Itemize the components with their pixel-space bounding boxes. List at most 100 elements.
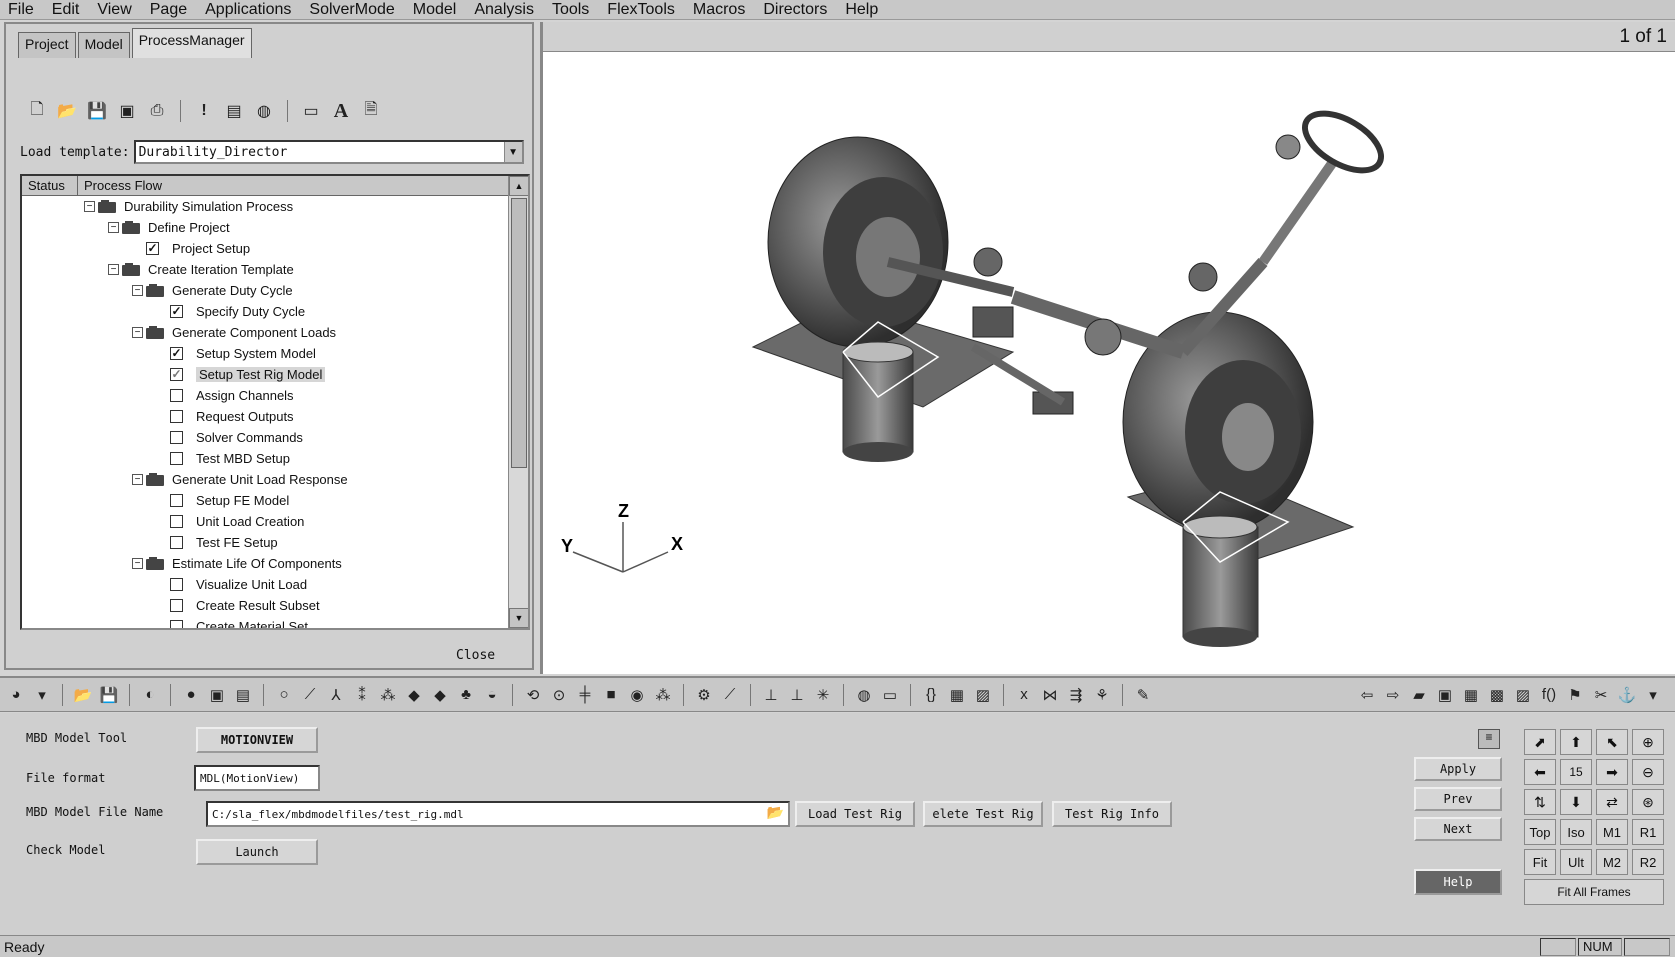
- load-test-rig-button[interactable]: Load Test Rig: [795, 801, 915, 827]
- status-checkbox[interactable]: [170, 452, 183, 465]
- tool-icon[interactable]: ⟲: [523, 685, 543, 705]
- tool-icon[interactable]: ▤: [233, 685, 253, 705]
- tree-scrollbar[interactable]: ▲ ▼: [508, 176, 528, 628]
- tool-icon[interactable]: ⚘: [1092, 685, 1112, 705]
- tool-icon[interactable]: ♣: [456, 685, 476, 705]
- tree-node[interactable]: − Create Iteration Template: [108, 259, 294, 280]
- test-rig-info-button[interactable]: Test Rig Info: [1052, 801, 1172, 827]
- pan-right-icon[interactable]: ➡: [1596, 759, 1628, 785]
- tool-icon[interactable]: ◆: [404, 685, 424, 705]
- tool-icon[interactable]: ◍: [854, 685, 874, 705]
- mbd-tool-button[interactable]: MOTIONVIEW: [196, 727, 318, 753]
- rotate-horizontal-icon[interactable]: ⇄: [1596, 789, 1628, 815]
- tool-icon[interactable]: ⇶: [1066, 685, 1086, 705]
- fit-all-frames-button[interactable]: Fit All Frames: [1524, 879, 1664, 905]
- tree-node[interactable]: Test FE Setup: [156, 532, 278, 553]
- view-m2-button[interactable]: M2: [1596, 849, 1628, 875]
- new-icon[interactable]: 🗋: [26, 100, 48, 122]
- rotate-right-up-icon[interactable]: ⬉: [1596, 729, 1628, 755]
- tree-node[interactable]: − Define Project: [108, 217, 230, 238]
- tree-node[interactable]: Create Result Subset: [156, 595, 320, 616]
- zoom-fit-icon[interactable]: ⊛: [1632, 789, 1664, 815]
- tool-icon[interactable]: ⅄: [326, 685, 346, 705]
- tool-icon[interactable]: ▣: [207, 685, 227, 705]
- help-button[interactable]: Help: [1414, 869, 1502, 895]
- view-tool-icon[interactable]: ⇦: [1357, 685, 1377, 705]
- delete-test-rig-button[interactable]: elete Test Rig: [923, 801, 1043, 827]
- tool-icon[interactable]: ◕: [6, 685, 26, 705]
- status-checkbox[interactable]: [170, 515, 183, 528]
- pan-down-icon[interactable]: ⬇: [1560, 789, 1592, 815]
- folder-icon[interactable]: 📂: [767, 805, 784, 821]
- collapse-icon[interactable]: −: [132, 558, 143, 569]
- menu-page[interactable]: Page: [142, 1, 197, 19]
- scroll-down-icon[interactable]: ▼: [509, 608, 528, 628]
- menu-file[interactable]: File: [0, 1, 44, 19]
- status-checkbox[interactable]: [170, 389, 183, 402]
- tree-node[interactable]: ✓ Project Setup: [132, 238, 250, 259]
- menu-solvermode[interactable]: SolverMode: [301, 1, 404, 19]
- load-template-select[interactable]: Durability_Director ▼: [133, 140, 524, 164]
- view-tool-icon[interactable]: f(): [1539, 685, 1559, 705]
- menu-flextools[interactable]: FlexTools: [599, 1, 685, 19]
- status-checkbox[interactable]: ✓: [170, 368, 183, 381]
- menu-tools[interactable]: Tools: [544, 1, 599, 19]
- suspension-model-view[interactable]: Z Y X: [543, 52, 1675, 672]
- menu-model[interactable]: Model: [405, 1, 467, 19]
- tab-model[interactable]: Model: [77, 32, 130, 58]
- tree-node[interactable]: − Durability Simulation Process: [84, 196, 293, 217]
- collapse-icon[interactable]: −: [132, 327, 143, 338]
- tree-node[interactable]: Create Material Set: [156, 616, 308, 628]
- pan-left-icon[interactable]: ⬅: [1524, 759, 1556, 785]
- prev-button[interactable]: Prev: [1414, 787, 1502, 811]
- status-checkbox[interactable]: [170, 620, 183, 628]
- collapse-icon[interactable]: −: [132, 285, 143, 296]
- view-tool-icon[interactable]: ▣: [1435, 685, 1455, 705]
- view-iso-button[interactable]: Iso: [1560, 819, 1592, 845]
- list-icon[interactable]: ≡: [1478, 729, 1500, 749]
- tool-icon[interactable]: ⁑: [352, 685, 372, 705]
- document-icon[interactable]: 🗎: [360, 100, 382, 122]
- rotate-vertical-icon[interactable]: ⇅: [1524, 789, 1556, 815]
- apply-button[interactable]: Apply: [1414, 757, 1502, 781]
- tool-icon[interactable]: ✳: [813, 685, 833, 705]
- tool-icon[interactable]: {}: [921, 685, 941, 705]
- status-checkbox[interactable]: ✓: [146, 242, 159, 255]
- pan-up-icon[interactable]: ⬆: [1560, 729, 1592, 755]
- tool-icon[interactable]: ▨: [973, 685, 993, 705]
- menu-edit[interactable]: Edit: [44, 1, 90, 19]
- tool-icon[interactable]: ●: [181, 685, 201, 705]
- save-icon[interactable]: 💾: [86, 100, 108, 122]
- tool-icon[interactable]: ⁂: [378, 685, 398, 705]
- view-tool-icon[interactable]: ⚑: [1565, 685, 1585, 705]
- menu-applications[interactable]: Applications: [197, 1, 301, 19]
- tree-node[interactable]: Unit Load Creation: [156, 511, 304, 532]
- window-icon[interactable]: ▭: [300, 100, 322, 122]
- status-checkbox[interactable]: ✓: [170, 347, 183, 360]
- view-tool-icon[interactable]: ⇨: [1383, 685, 1403, 705]
- file-name-input[interactable]: C:/sla_flex/mbdmodelfiles/test_rig.mdl 📂: [206, 801, 790, 827]
- zoom-out-icon[interactable]: ⊖: [1632, 759, 1664, 785]
- tree-node[interactable]: Setup FE Model: [156, 490, 289, 511]
- tree-node[interactable]: ✓ Setup Test Rig Model: [156, 364, 326, 385]
- view-tool-icon[interactable]: ⚓: [1617, 685, 1637, 705]
- tree-node[interactable]: Solver Commands: [156, 427, 303, 448]
- tab-processmanager[interactable]: ProcessManager: [131, 28, 252, 58]
- tool-icon[interactable]: ⊥: [787, 685, 807, 705]
- status-checkbox[interactable]: [170, 431, 183, 444]
- tool-icon[interactable]: x: [1014, 685, 1034, 705]
- tree-node[interactable]: Visualize Unit Load: [156, 574, 307, 595]
- menu-help[interactable]: Help: [837, 1, 888, 19]
- view-tool-icon[interactable]: ✂: [1591, 685, 1611, 705]
- globe-icon[interactable]: ◍: [253, 100, 275, 122]
- column-status[interactable]: Status: [22, 176, 78, 195]
- tool-icon[interactable]: ⊙: [549, 685, 569, 705]
- export-icon[interactable]: ⎙: [146, 100, 168, 122]
- view-fit-button[interactable]: Fit: [1524, 849, 1556, 875]
- tool-icon[interactable]: ⚙: [694, 685, 714, 705]
- tool-icon[interactable]: ⋈: [1040, 685, 1060, 705]
- column-process-flow[interactable]: Process Flow: [78, 176, 510, 195]
- status-checkbox[interactable]: [170, 494, 183, 507]
- tool-icon[interactable]: ▭: [880, 685, 900, 705]
- tree-node[interactable]: Test MBD Setup: [156, 448, 290, 469]
